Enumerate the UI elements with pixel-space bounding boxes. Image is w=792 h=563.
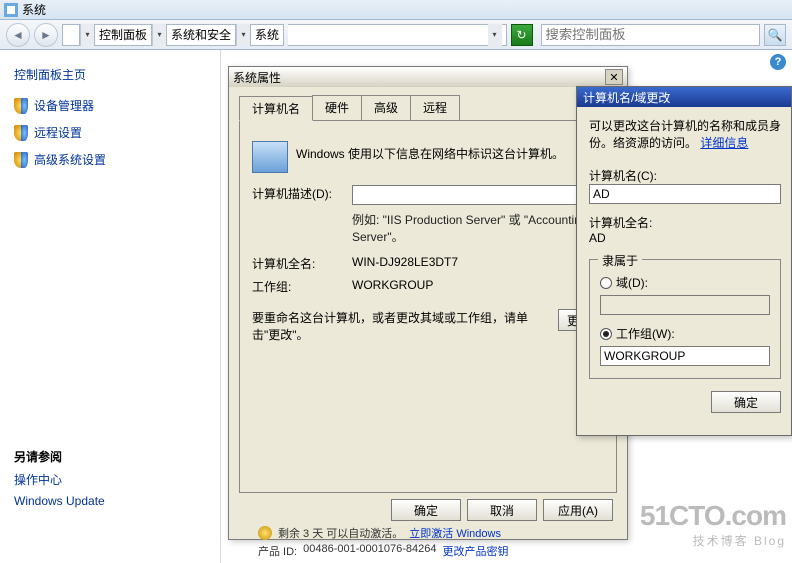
see-also-action-center[interactable]: 操作中心 <box>14 471 206 488</box>
close-icon[interactable]: ✕ <box>605 69 623 85</box>
dialog-titlebar[interactable]: 系统属性 ✕ <box>229 67 627 87</box>
breadcrumb-drop-0[interactable] <box>152 24 166 46</box>
workgroup-radio-label: 工作组(W): <box>616 325 675 342</box>
apply-button[interactable]: 应用(A) <box>543 499 613 521</box>
sidebar-item-device-manager[interactable]: 设备管理器 <box>14 97 206 114</box>
breadcrumb-seg-1[interactable]: 系统和安全 <box>166 24 236 46</box>
workgroup-radio-row[interactable]: 工作组(W): <box>600 325 770 342</box>
search-input[interactable] <box>541 24 760 46</box>
address-dropdown-icon[interactable] <box>488 24 502 46</box>
tab-hardware[interactable]: 硬件 <box>312 95 362 120</box>
see-also-section: 另请参阅 操作中心 Windows Update <box>14 448 206 508</box>
domain-input <box>600 295 770 315</box>
system-properties-dialog: 系统属性 ✕ 计算机名 硬件 高级 远程 Windows 使用以下信息在网络中标… <box>228 66 628 540</box>
shield-icon <box>14 152 28 168</box>
tab-panel-computer-name: Windows 使用以下信息在网络中标识这台计算机。 计算机描述(D): 例如:… <box>239 121 617 493</box>
fullname-label: 计算机全名: <box>252 255 352 272</box>
search-go-button[interactable]: 🔍 <box>764 24 786 46</box>
computer-name-label: 计算机名(C): <box>589 167 781 184</box>
fullname2-label: 计算机全名: <box>589 214 781 231</box>
ok-button[interactable]: 确定 <box>391 499 461 521</box>
tab-remote[interactable]: 远程 <box>410 95 460 120</box>
sidebar-item-label: 远程设置 <box>34 124 82 141</box>
breadcrumb-seg-0[interactable]: 控制面板 <box>94 24 152 46</box>
cancel-button[interactable]: 取消 <box>467 499 537 521</box>
computer-icon <box>252 141 288 173</box>
sidebar-item-advanced-settings[interactable]: 高级系统设置 <box>14 151 206 168</box>
computer-name-change-dialog: 计算机名/域更改 可以更改这台计算机的名称和成员身份。络资源的访问。 详细信息 … <box>576 86 792 436</box>
rename-message: 要重命名这台计算机，或者更改其域或工作组，请单击"更改"。 <box>252 309 558 343</box>
explorer-navbar: ◄ ► 控制面板 系统和安全 系统 ↻ 🔍 <box>0 20 792 50</box>
see-also-windows-update[interactable]: Windows Update <box>14 494 206 508</box>
domain-radio-row[interactable]: 域(D): <box>600 274 770 291</box>
workgroup-radio[interactable] <box>600 328 612 340</box>
fullname-value: WIN-DJ928LE3DT7 <box>352 255 458 269</box>
member-of-label: 隶属于 <box>598 252 642 269</box>
sidebar-item-remote-settings[interactable]: 远程设置 <box>14 124 206 141</box>
breadcrumb-root-drop[interactable] <box>80 24 94 46</box>
activate-now-link[interactable]: 立即激活 Windows <box>409 525 501 541</box>
intro-text: Windows 使用以下信息在网络中标识这台计算机。 <box>296 141 604 162</box>
member-of-group: 隶属于 域(D): 工作组(W): <box>589 259 781 379</box>
refresh-button[interactable]: ↻ <box>511 24 533 46</box>
tab-advanced[interactable]: 高级 <box>361 95 411 120</box>
system-icon <box>4 3 18 17</box>
workgroup-value: WORKGROUP <box>352 278 433 292</box>
fullname2-value: AD <box>589 231 781 245</box>
shield-icon <box>14 98 28 114</box>
more-info-link[interactable]: 详细信息 <box>700 136 748 150</box>
dialog-button-row: 确定 取消 应用(A) <box>239 493 617 523</box>
window-title: 系统 <box>22 1 46 18</box>
desc-label: 计算机描述(D): <box>252 185 352 202</box>
vertical-divider <box>220 50 221 563</box>
tab-computer-name[interactable]: 计算机名 <box>239 96 313 121</box>
dialog-title: 系统属性 <box>233 69 281 86</box>
desc-hint: 例如: "IIS Production Server" 或 "Accountin… <box>352 211 604 245</box>
breadcrumb-seg-2[interactable]: 系统 <box>250 24 284 46</box>
dialog2-title: 计算机名/域更改 <box>583 89 670 106</box>
sidebar-item-label: 高级系统设置 <box>34 151 106 168</box>
rename-ok-button[interactable]: 确定 <box>711 391 781 413</box>
sidebar-item-label: 设备管理器 <box>34 97 94 114</box>
computer-name-input[interactable] <box>589 184 781 204</box>
breadcrumb-drop-1[interactable] <box>236 24 250 46</box>
address-remainder[interactable] <box>288 24 506 46</box>
forward-button[interactable]: ► <box>34 23 58 47</box>
see-also-title: 另请参阅 <box>14 448 206 465</box>
back-button[interactable]: ◄ <box>6 23 30 47</box>
rename-intro: 可以更改这台计算机的名称和成员身份。络资源的访问。 详细信息 <box>589 117 781 151</box>
change-product-key-link[interactable]: 更改产品密钥 <box>442 543 508 559</box>
shield-icon <box>14 125 28 141</box>
computer-description-input[interactable] <box>352 185 604 205</box>
domain-label: 域(D): <box>616 274 648 291</box>
activation-leak: 剩余 3 天 可以自动激活。 立即激活 Windows 产品 ID: 00486… <box>258 525 508 559</box>
breadcrumb-root-icon[interactable] <box>62 24 80 46</box>
domain-radio[interactable] <box>600 277 612 289</box>
window-titlebar: 系统 <box>0 0 792 20</box>
workgroup-label: 工作组: <box>252 278 352 295</box>
dialog2-titlebar[interactable]: 计算机名/域更改 <box>577 87 791 107</box>
key-icon <box>258 526 272 540</box>
workgroup-input[interactable] <box>600 346 770 366</box>
tabstrip: 计算机名 硬件 高级 远程 <box>239 95 617 121</box>
sidebar: 控制面板主页 设备管理器 远程设置 高级系统设置 另请参阅 操作中心 Windo… <box>0 50 220 563</box>
sidebar-header[interactable]: 控制面板主页 <box>14 66 206 83</box>
